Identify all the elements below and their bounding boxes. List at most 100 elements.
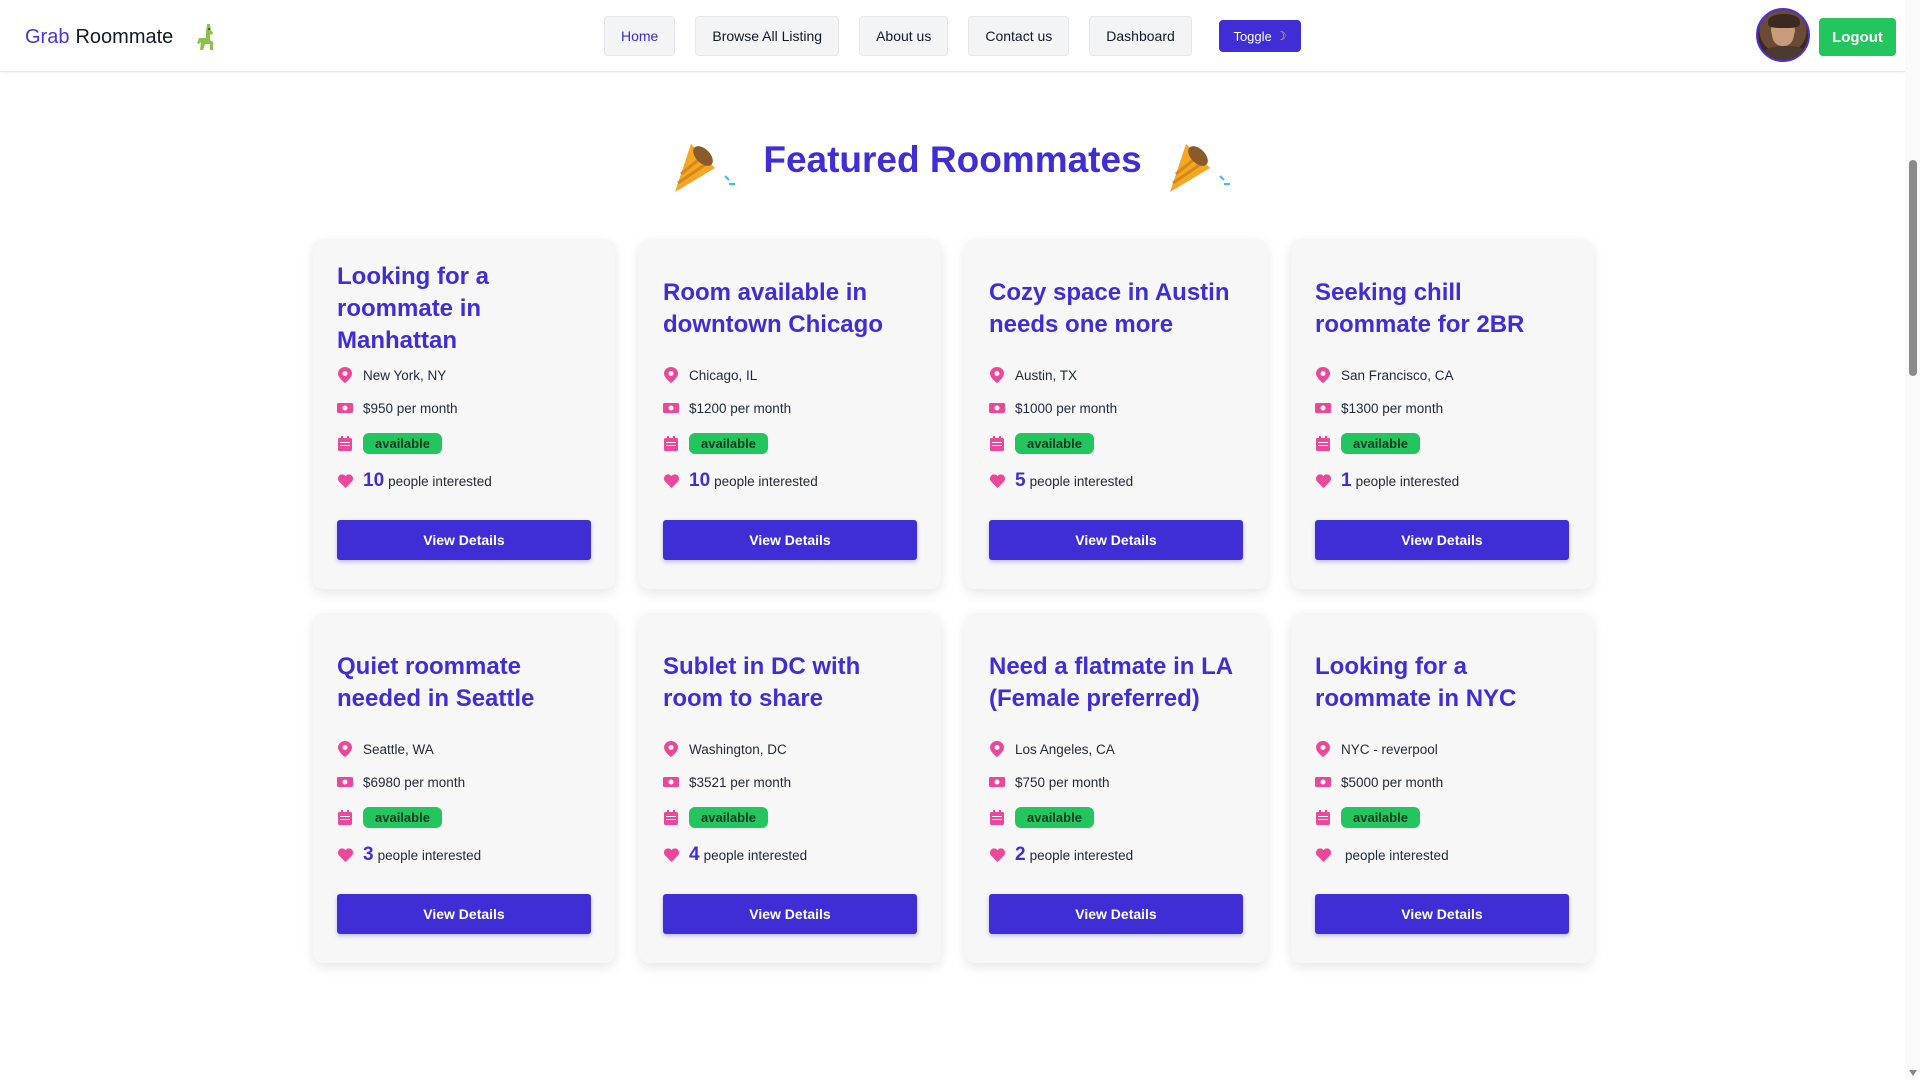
listing-price: $3521 per month (689, 774, 792, 790)
listing-title: Need a flatmate in LA (Female preferred) (989, 653, 1233, 712)
nav-browse-all-listing[interactable]: Browse All Listing (695, 16, 840, 56)
interested-count: 5 (1015, 470, 1026, 491)
status-badge: available (689, 806, 768, 828)
listing-card: Cozy space in Austin needs one more Aust… (965, 239, 1267, 589)
brand-logo[interactable]: Grab Roommate (25, 22, 217, 52)
listing-title: Cozy space in Austin needs one more (989, 279, 1230, 338)
interested-label: people interested (703, 848, 808, 863)
interested-label: people interested (388, 474, 492, 489)
status-badge: available (1341, 432, 1420, 454)
interested-count: 4 (689, 844, 700, 865)
listing-card: Room available in downtown Chicago Chica… (639, 239, 941, 589)
interested-label: people interested (1029, 848, 1134, 863)
listing-title: Room available in downtown Chicago (663, 279, 883, 338)
featured-title: Featured Roommates (763, 139, 1142, 180)
money-icon (989, 400, 1005, 416)
view-details-button[interactable]: View Details (337, 894, 591, 934)
status-badge: available (1015, 432, 1094, 454)
listing-title: Quiet roommate needed in Seattle (337, 653, 535, 712)
listing-price: $750 per month (1015, 774, 1110, 790)
party-popper-icon (1164, 138, 1236, 198)
location-pin-icon (663, 367, 679, 383)
money-icon (989, 774, 1005, 790)
view-details-button[interactable]: View Details (663, 894, 917, 934)
listing-price: $5000 per month (1341, 774, 1444, 790)
calendar-icon (989, 809, 1005, 825)
main-nav: Home Browse All Listing About us Contact… (604, 16, 1192, 56)
listing-title: Seeking chill roommate for 2BR (1315, 279, 1525, 338)
money-icon (663, 774, 679, 790)
listing-grid: Looking for a roommate in Manhattan New … (313, 239, 1595, 963)
listing-price: $1300 per month (1341, 400, 1444, 416)
listing-card: Looking for a roommate in NYC NYC - reve… (1291, 613, 1593, 963)
brand-name-part1: Grab (25, 25, 70, 48)
interested-label: people interested (1355, 474, 1460, 489)
listing-card: Looking for a roommate in Manhattan New … (313, 239, 615, 589)
view-details-button[interactable]: View Details (1315, 520, 1569, 560)
location-pin-icon (337, 741, 353, 757)
llama-icon (193, 22, 217, 52)
location-pin-icon (663, 741, 679, 757)
listing-location: Austin, TX (1015, 367, 1078, 383)
heart-icon (337, 847, 353, 863)
money-icon (663, 400, 679, 416)
nav-contact-us[interactable]: Contact us (968, 16, 1070, 56)
interested-count: 2 (1015, 844, 1026, 865)
logout-button[interactable]: Logout (1819, 18, 1896, 56)
interested-count: 10 (689, 470, 711, 491)
scrollbar-thumb[interactable] (1909, 160, 1917, 376)
listing-location: NYC - reverpool (1341, 741, 1438, 757)
listing-location: San Francisco, CA (1341, 367, 1454, 383)
interested-label: people interested (1345, 848, 1449, 863)
brand-name-part2: Roommate (75, 25, 174, 48)
user-avatar[interactable] (1756, 8, 1810, 62)
view-details-button[interactable]: View Details (1315, 894, 1569, 934)
heart-icon (663, 473, 679, 489)
view-details-button[interactable]: View Details (663, 520, 917, 560)
heart-icon (663, 847, 679, 863)
calendar-icon (663, 435, 679, 451)
listing-card: Sublet in DC with room to share Washingt… (639, 613, 941, 963)
money-icon (337, 400, 353, 416)
listing-location: Los Angeles, CA (1015, 741, 1115, 757)
heart-icon (989, 847, 1005, 863)
moon-icon: ☽ (1275, 29, 1287, 43)
page-scrollbar[interactable] (1905, 0, 1920, 1080)
view-details-button[interactable]: View Details (337, 520, 591, 560)
heart-icon (337, 473, 353, 489)
interested-count: 3 (363, 844, 374, 865)
calendar-icon (337, 809, 353, 825)
party-popper-icon (669, 138, 741, 198)
listing-card: Need a flatmate in LA (Female preferred)… (965, 613, 1267, 963)
location-pin-icon (989, 367, 1005, 383)
calendar-icon (989, 435, 1005, 451)
listing-title: Looking for a roommate in NYC (1315, 653, 1517, 712)
location-pin-icon (989, 741, 1005, 757)
listing-location: Seattle, WA (363, 741, 434, 757)
money-icon (1315, 774, 1331, 790)
listing-title: Sublet in DC with room to share (663, 653, 861, 712)
listing-title: Looking for a roommate in Manhattan (337, 263, 489, 354)
status-badge: available (1341, 806, 1420, 828)
status-badge: available (363, 806, 442, 828)
calendar-icon (663, 809, 679, 825)
listing-price: $1000 per month (1015, 400, 1118, 416)
interested-label: people interested (1029, 474, 1134, 489)
calendar-icon (337, 435, 353, 451)
view-details-button[interactable]: View Details (989, 520, 1243, 560)
heart-icon (1315, 847, 1331, 863)
money-icon (337, 774, 353, 790)
nav-dashboard[interactable]: Dashboard (1089, 16, 1192, 56)
location-pin-icon (1315, 741, 1331, 757)
nav-about-us[interactable]: About us (859, 16, 949, 56)
listing-card: Seeking chill roommate for 2BR San Franc… (1291, 239, 1593, 589)
nav-home[interactable]: Home (604, 16, 676, 56)
listing-price: $1200 per month (689, 400, 792, 416)
listing-location: New York, NY (363, 367, 447, 383)
theme-toggle-button[interactable]: Toggle ☽ (1219, 20, 1301, 52)
interested-label: people interested (377, 848, 482, 863)
listing-location: Chicago, IL (689, 367, 758, 383)
view-details-button[interactable]: View Details (989, 894, 1243, 934)
scroll-down-arrow-icon[interactable] (1909, 1070, 1917, 1076)
listing-price: $950 per month (363, 400, 458, 416)
